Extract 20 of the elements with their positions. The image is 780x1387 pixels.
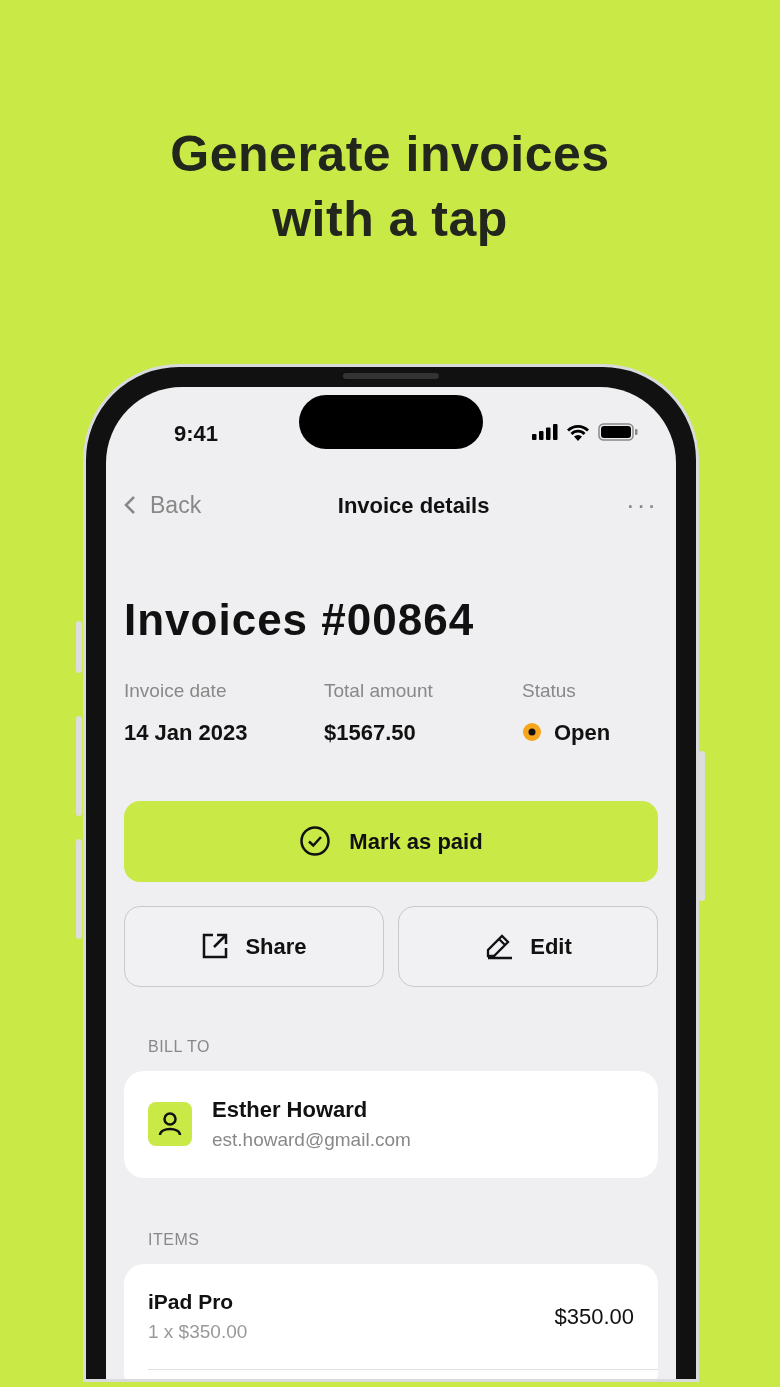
mark-paid-button[interactable]: Mark as paid <box>124 800 658 882</box>
item-quantity: 1 x $350.00 <box>148 1319 248 1344</box>
screen-title: Invoice details <box>337 491 490 520</box>
client-email: est.howard@gmail.com <box>212 1128 411 1153</box>
field-label: Total amount <box>324 679 434 703</box>
field-label: Status <box>522 679 577 703</box>
edit-button[interactable]: Edit <box>398 905 658 987</box>
field-value: $1567.50 <box>324 718 416 747</box>
headline: Generate invoices with a tap <box>169 125 611 249</box>
item-name: iPad Pro <box>148 1289 235 1315</box>
field-value: 14 Jan 2023 <box>124 718 248 747</box>
status-value: Open <box>554 718 611 747</box>
invoice-title: Invoices #00864 <box>124 594 476 646</box>
section-heading: BILL TO <box>148 1036 211 1057</box>
share-button[interactable]: Share <box>124 905 384 987</box>
item-amount: $350.00 <box>554 1302 634 1331</box>
status-time: 9:41 <box>174 419 219 448</box>
field-label: Invoice date <box>124 679 228 703</box>
client-name: Esther Howard <box>212 1096 369 1125</box>
section-heading: ITEMS <box>148 1229 201 1250</box>
